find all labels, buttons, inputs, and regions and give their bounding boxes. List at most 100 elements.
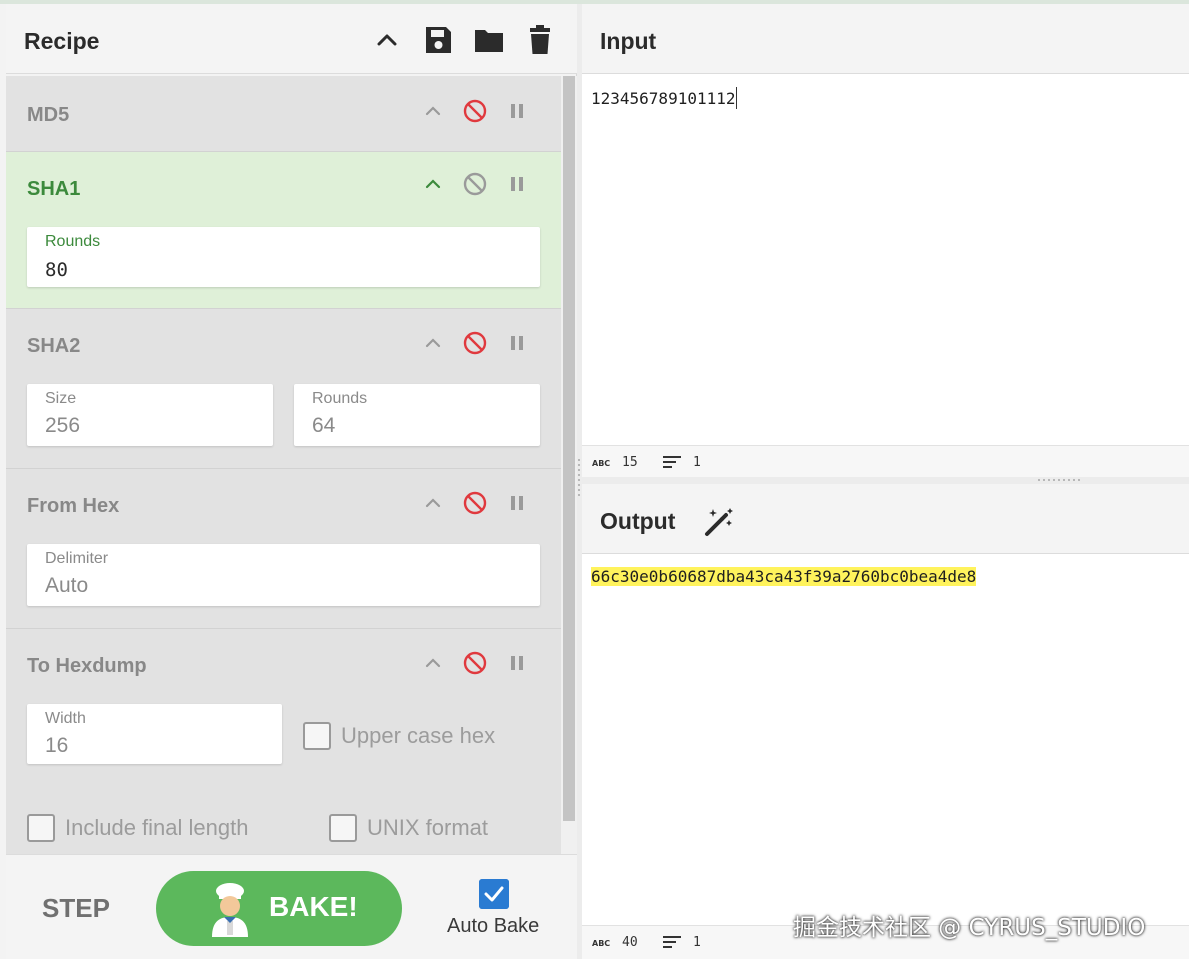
abc-icon: ABC [592, 459, 610, 468]
operation-sha2[interactable]: SHA2 Size 256 Rounds 64 [6, 309, 561, 469]
field-value: Auto [45, 574, 89, 597]
recipe-title: Recipe [24, 28, 100, 54]
lines-icon [663, 456, 681, 468]
chevron-up-icon[interactable] [371, 24, 403, 56]
include-final-length-checkbox[interactable]: Include final length [27, 814, 248, 842]
divider-grip [578, 469, 580, 471]
rounds-field[interactable]: Rounds 64 [294, 384, 540, 446]
splitter-grip [1043, 479, 1045, 481]
checkbox-box[interactable] [329, 814, 357, 842]
chevron-up-icon[interactable] [420, 171, 446, 197]
recipe-scrollbar[interactable] [561, 76, 577, 854]
divider-grip [578, 459, 580, 461]
scrollbar-thumb[interactable] [563, 76, 575, 821]
divider-grip [578, 484, 580, 486]
field-label: Delimiter [45, 550, 109, 567]
field-label: Rounds [312, 390, 368, 407]
save-icon[interactable] [422, 24, 454, 56]
output-lines: 1 [693, 935, 701, 950]
delimiter-field[interactable]: Delimiter Auto [27, 544, 540, 606]
pause-icon[interactable] [504, 650, 530, 676]
operation-name: From Hex [27, 495, 120, 517]
input-title: Input [600, 28, 657, 54]
disable-icon[interactable] [462, 650, 488, 676]
disable-icon[interactable] [462, 490, 488, 516]
step-button[interactable]: STEP [42, 893, 110, 924]
width-field[interactable]: Width 16 [27, 704, 282, 764]
disable-icon[interactable] [462, 330, 488, 356]
input-status-bar: ABC 15 1 [582, 445, 1189, 477]
divider-grip [578, 479, 580, 481]
pause-icon[interactable] [504, 98, 530, 124]
io-splitter[interactable] [582, 477, 1189, 484]
chevron-up-icon[interactable] [420, 650, 446, 676]
splitter-grip [1058, 479, 1060, 481]
splitter-grip [1053, 479, 1055, 481]
splitter-grip [1073, 479, 1075, 481]
checkbox-box[interactable] [27, 814, 55, 842]
svg-text:ABC: ABC [592, 939, 610, 948]
splitter-grip [1078, 479, 1080, 481]
pause-icon[interactable] [504, 171, 530, 197]
output-header: Output [582, 484, 1189, 554]
magic-wand-icon[interactable] [703, 506, 735, 538]
input-header: Input [582, 4, 1189, 74]
input-length: 15 [622, 455, 638, 470]
auto-bake-checkbox[interactable] [479, 879, 509, 909]
cyberchef-app: Recipe MD5 SHA1 Rounds 80 SHA2 Size 256 … [0, 0, 1189, 959]
operation-to-hexdump[interactable]: To Hexdump Width 16 Upper case hex Inclu… [6, 629, 561, 854]
input-value: 123456789101112 [591, 89, 736, 108]
disable-icon[interactable] [462, 171, 488, 197]
divider-grip [578, 489, 580, 491]
bake-label: BAKE! [269, 891, 358, 922]
size-field[interactable]: Size 256 [27, 384, 273, 446]
input-textarea[interactable]: 123456789101112 [582, 75, 1189, 445]
chevron-up-icon[interactable] [420, 98, 446, 124]
input-lines: 1 [693, 455, 701, 470]
rounds-field[interactable]: Rounds 80 [27, 227, 540, 287]
trash-icon[interactable] [524, 24, 556, 56]
pause-icon[interactable] [504, 490, 530, 516]
splitter-grip [1048, 479, 1050, 481]
chevron-up-icon[interactable] [420, 490, 446, 516]
operation-name: MD5 [27, 104, 70, 126]
operation-name: To Hexdump [27, 655, 147, 677]
text-caret [735, 87, 737, 109]
auto-bake-label: Auto Bake [447, 915, 540, 937]
field-label: Size [45, 390, 77, 407]
splitter-grip [1068, 479, 1070, 481]
field-value: 16 [45, 734, 69, 757]
output-title: Output [600, 508, 676, 534]
field-label: Rounds [45, 233, 101, 250]
recipe-pane: Recipe MD5 SHA1 Rounds 80 SHA2 Size 256 … [0, 4, 577, 959]
output-textarea[interactable]: 66c30e0b60687dba43ca43f39a2760bc0bea4de8 [582, 555, 1189, 925]
checkbox-box[interactable] [303, 722, 331, 750]
bake-button[interactable]: BAKE! [156, 871, 402, 946]
upper-case-hex-checkbox[interactable]: Upper case hex [303, 722, 495, 750]
operation-from-hex[interactable]: From Hex Delimiter Auto [6, 469, 561, 629]
unix-format-checkbox[interactable]: UNIX format [329, 814, 488, 842]
operation-name: SHA2 [27, 335, 81, 357]
disable-icon[interactable] [462, 98, 488, 124]
field-label: Width [45, 710, 86, 727]
recipe-header: Recipe [6, 4, 577, 74]
recipe-operations-list: MD5 SHA1 Rounds 80 SHA2 Size 256 Rounds … [6, 76, 561, 854]
folder-icon[interactable] [473, 24, 505, 56]
lines-icon [663, 936, 681, 948]
watermark: 掘金技术社区 @ CYRUS_STUDIO [793, 915, 1146, 941]
recipe-controls: STEP BAKE! Auto Bake [6, 854, 577, 959]
io-panes: Input 123456789101112 ABC 15 1 Output 66… [582, 4, 1189, 959]
field-value: 80 [45, 259, 68, 281]
chevron-up-icon[interactable] [420, 330, 446, 356]
checkbox-label: UNIX format [367, 815, 489, 840]
operation-name: SHA1 [27, 178, 81, 200]
divider-grip [578, 464, 580, 466]
operation-sha1[interactable]: SHA1 Rounds 80 [6, 152, 561, 309]
field-value: 64 [312, 414, 336, 437]
divider-grip [578, 494, 580, 496]
input-text: 123456789101112 [591, 87, 737, 109]
checkbox-label: Upper case hex [341, 723, 496, 748]
pause-icon[interactable] [504, 330, 530, 356]
operation-md5[interactable]: MD5 [6, 76, 561, 152]
output-length: 40 [622, 935, 638, 950]
